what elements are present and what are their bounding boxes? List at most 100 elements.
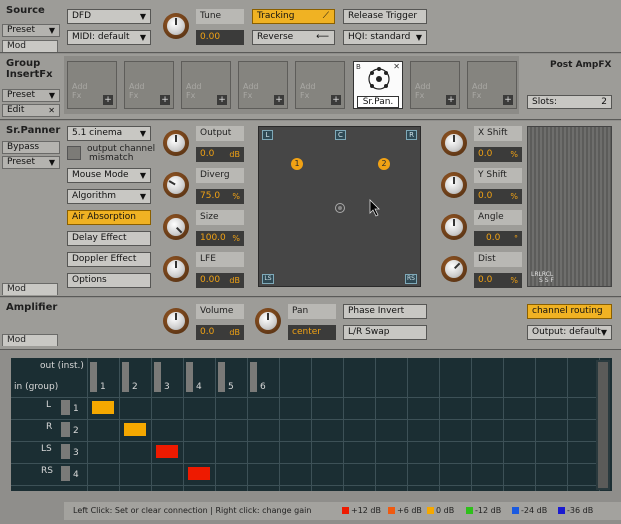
grid-line: [11, 441, 596, 442]
source-preset-button[interactable]: Preset ▼: [2, 24, 60, 37]
surround-pan-field[interactable]: L C R LS RS 1 2: [258, 126, 421, 287]
midi-dropdown[interactable]: MIDI: default ▼: [67, 30, 151, 45]
lfe-knob[interactable]: [163, 256, 189, 282]
add-icon[interactable]: +: [160, 95, 170, 105]
y-shift-value[interactable]: 0.0%: [474, 189, 522, 204]
out-channel-number: 1: [100, 382, 106, 392]
add-icon[interactable]: +: [217, 95, 227, 105]
pan-knob[interactable]: [255, 308, 281, 334]
close-icon[interactable]: ✕: [393, 62, 400, 71]
output-value[interactable]: 0.0 dB: [196, 147, 244, 162]
distance-knob[interactable]: [441, 256, 467, 282]
hqi-dropdown[interactable]: HQI: standard ▼: [343, 30, 427, 45]
in-channel-number: 4: [73, 470, 79, 480]
out-channel-1-header[interactable]: [90, 362, 97, 392]
air-absorption-button[interactable]: Air Absorption: [67, 210, 151, 225]
diverg-value[interactable]: 75.0%: [196, 189, 244, 204]
volume-knob[interactable]: [163, 308, 189, 334]
add-icon[interactable]: +: [103, 95, 113, 105]
chevron-down-icon: ▼: [48, 26, 55, 35]
doppler-effect-button[interactable]: Doppler Effect: [67, 252, 151, 267]
grid-line: [439, 358, 440, 491]
size-knob[interactable]: [163, 214, 189, 240]
options-button[interactable]: Options: [67, 273, 151, 288]
x-shift-knob[interactable]: [441, 130, 467, 156]
source-point-1[interactable]: 1: [291, 158, 303, 170]
divergence-knob[interactable]: [163, 172, 189, 198]
insert-fx-slot-5[interactable]: Add Fx +: [295, 61, 345, 109]
routing-connection-cell[interactable]: [156, 445, 178, 458]
slots-count-field[interactable]: Slots: 2: [527, 95, 612, 109]
channel-routing-button[interactable]: channel routing: [527, 304, 612, 319]
output-mismatch-checkbox[interactable]: [67, 146, 81, 160]
bypass-indicator-icon[interactable]: B: [356, 63, 361, 71]
insert-fx-slot-3[interactable]: Add Fx +: [181, 61, 231, 109]
panner-mod-tab[interactable]: Mod: [2, 283, 58, 295]
add-icon[interactable]: +: [331, 95, 341, 105]
dist-value[interactable]: 0.0%: [474, 273, 522, 288]
angle-knob[interactable]: [441, 214, 467, 240]
group-preset-button[interactable]: Preset ▼: [2, 89, 60, 102]
routing-scrollbar[interactable]: [596, 360, 610, 490]
out-channel-5-header[interactable]: [218, 362, 225, 392]
knob-indicator: [175, 313, 177, 320]
group-edit-button[interactable]: Edit ✕: [2, 104, 60, 117]
out-channel-3-header[interactable]: [154, 362, 161, 392]
x-shift-value[interactable]: 0.0%: [474, 147, 522, 162]
release-trigger-button[interactable]: Release Trigger: [343, 9, 427, 24]
panner-preset-button[interactable]: Preset ▼: [2, 156, 60, 169]
source-mod-tab[interactable]: Mod: [2, 40, 58, 52]
algorithm-dropdown[interactable]: Algorithm ▼: [67, 189, 151, 204]
close-icon[interactable]: ✕: [48, 105, 55, 116]
routing-connection-cell[interactable]: [92, 401, 114, 414]
in-channel-LS-header[interactable]: [61, 444, 70, 459]
insert-fx-slot-2[interactable]: Add Fx +: [124, 61, 174, 109]
in-channel-RS-header[interactable]: [61, 466, 70, 481]
out-channel-2-header[interactable]: [122, 362, 129, 392]
in-channel-R-header[interactable]: [61, 422, 70, 437]
post-amp-fx-slot-2[interactable]: Add Fx +: [467, 61, 517, 109]
lr-swap-button[interactable]: L/R Swap: [343, 325, 427, 340]
routing-connection-cell[interactable]: [124, 423, 146, 436]
surround-panner-slot[interactable]: B ✕ Sr.Pan.: [353, 61, 403, 109]
size-value[interactable]: 100.0%: [196, 231, 244, 246]
delay-effect-button[interactable]: Delay Effect: [67, 231, 151, 246]
insert-fx-slot-4[interactable]: Add Fx +: [238, 61, 288, 109]
volume-value[interactable]: 0.0 dB: [196, 325, 244, 340]
add-icon[interactable]: +: [274, 95, 284, 105]
pan-value[interactable]: center: [288, 325, 336, 340]
reverse-arrow-icon: ⟵: [316, 32, 329, 42]
speaker-format-dropdown[interactable]: 5.1 cinema ▼: [67, 126, 151, 141]
legend-label: +6 dB: [397, 506, 422, 515]
gain-legend-item: 0 dB: [427, 506, 454, 515]
source-mode-dropdown[interactable]: DFD ▼: [67, 9, 151, 24]
tracking-button[interactable]: Tracking ⟋: [252, 9, 335, 24]
tune-knob[interactable]: [163, 13, 189, 39]
diverg-label: Diverg: [196, 168, 244, 183]
out-channel-number: 2: [132, 382, 138, 392]
lfe-value[interactable]: 0.00 dB: [196, 273, 244, 288]
chevron-down-icon: ▼: [139, 12, 146, 21]
phase-invert-button[interactable]: Phase Invert: [343, 304, 427, 319]
routing-connection-cell[interactable]: [188, 467, 210, 480]
amp-output-dropdown[interactable]: Output: default ▼: [527, 325, 612, 340]
amplifier-mod-tab[interactable]: Mod: [2, 334, 58, 346]
knob-indicator: [175, 135, 177, 142]
out-channel-4-header[interactable]: [186, 362, 193, 392]
knob-indicator: [454, 262, 461, 269]
reverse-button[interactable]: Reverse ⟵: [252, 30, 335, 45]
add-icon[interactable]: +: [446, 95, 456, 105]
angle-value[interactable]: 0.0 °: [474, 231, 522, 246]
y-shift-knob[interactable]: [441, 172, 467, 198]
amp-output-value: Output: default: [532, 327, 601, 337]
in-channel-L-header[interactable]: [61, 400, 70, 415]
source-point-2[interactable]: 2: [378, 158, 390, 170]
panner-bypass-button[interactable]: Bypass: [2, 141, 60, 154]
add-icon[interactable]: +: [503, 95, 513, 105]
tune-value[interactable]: 0.00: [196, 30, 244, 45]
mouse-mode-dropdown[interactable]: Mouse Mode ▼: [67, 168, 151, 183]
out-channel-6-header[interactable]: [250, 362, 257, 392]
post-amp-fx-slot-1[interactable]: Add Fx +: [410, 61, 460, 109]
output-knob[interactable]: [163, 130, 189, 156]
insert-fx-slot-1[interactable]: Add Fx +: [67, 61, 117, 109]
